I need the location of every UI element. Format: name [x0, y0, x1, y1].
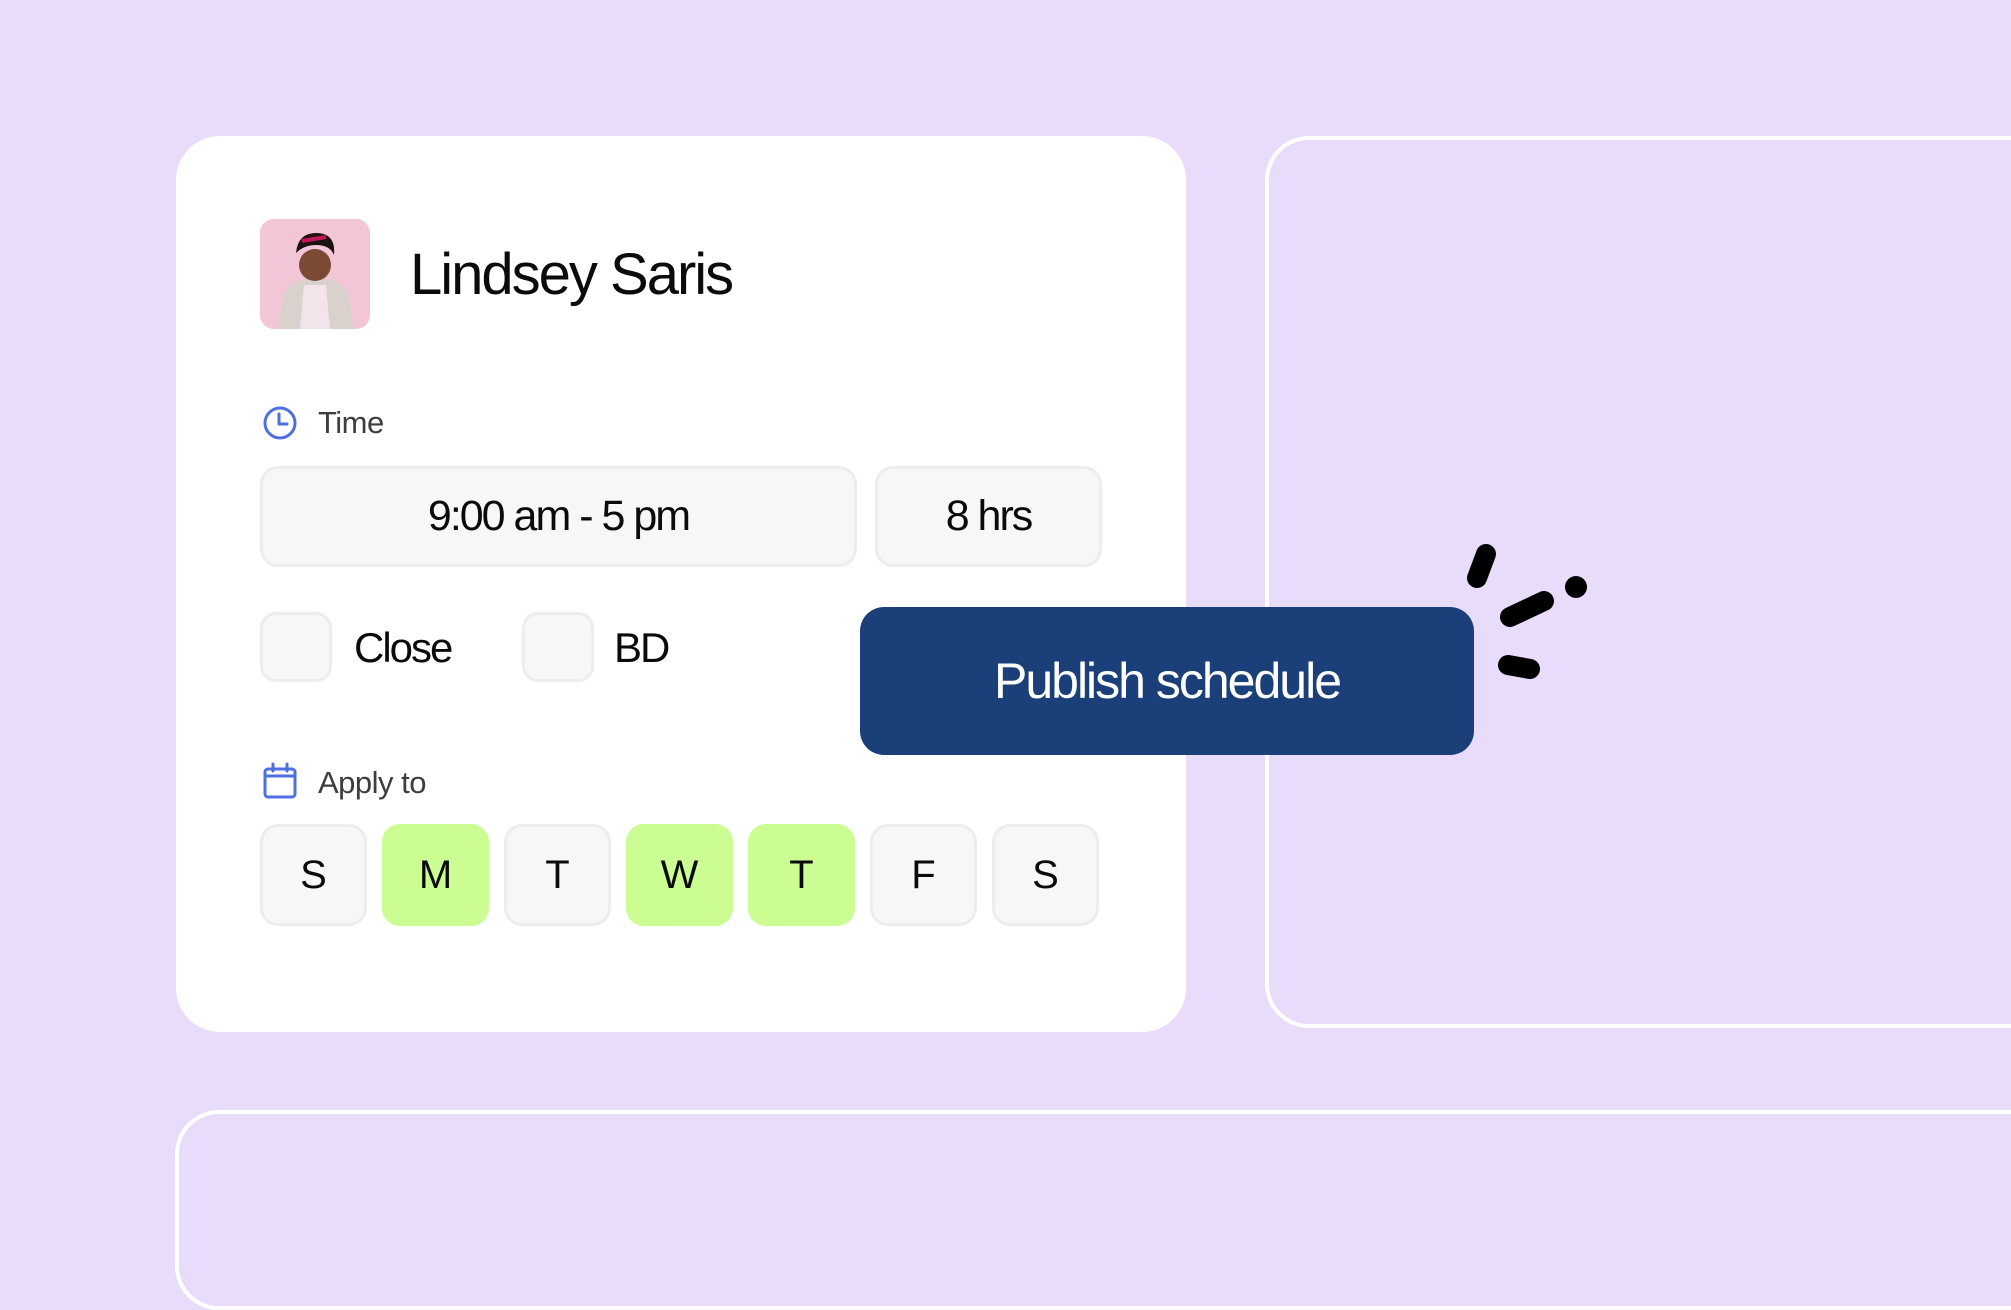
- apply-to-label: Apply to: [318, 765, 427, 800]
- clock-icon: [262, 405, 298, 441]
- day-label: F: [911, 852, 936, 897]
- day-label: S: [300, 852, 327, 897]
- duration-field[interactable]: 8 hrs: [875, 466, 1102, 567]
- background-panel-bottom: [175, 1110, 2011, 1310]
- duration-value: 8 hrs: [945, 492, 1034, 540]
- publish-schedule-button[interactable]: Publish schedule: [860, 607, 1474, 755]
- day-toggle-sunday[interactable]: S: [260, 824, 367, 926]
- day-toggle-wednesday[interactable]: W: [626, 824, 733, 926]
- bd-label: BD: [614, 624, 670, 671]
- day-label: S: [1032, 852, 1059, 897]
- time-range-value: 9:00 am - 5 pm: [427, 492, 691, 540]
- close-checkbox[interactable]: [260, 612, 332, 682]
- day-toggle-monday[interactable]: M: [382, 824, 489, 926]
- avatar-photo-icon: [260, 219, 370, 329]
- avatar: [260, 219, 370, 329]
- day-toggle-friday[interactable]: F: [870, 824, 977, 926]
- day-label: W: [660, 852, 699, 897]
- day-toggle-thursday[interactable]: T: [748, 824, 855, 926]
- day-selector: S M T W T F S: [260, 824, 1099, 926]
- calendar-icon: [262, 762, 298, 799]
- day-label: T: [545, 852, 570, 897]
- time-label: Time: [318, 405, 384, 440]
- day-toggle-saturday[interactable]: S: [992, 824, 1099, 926]
- day-label: T: [789, 852, 814, 897]
- sparkle-burst-icon: [1450, 530, 1610, 690]
- bd-checkbox[interactable]: [522, 612, 594, 682]
- day-toggle-tuesday[interactable]: T: [504, 824, 611, 926]
- employee-name: Lindsey Saris: [410, 242, 734, 307]
- close-label: Close: [354, 624, 453, 671]
- background-panel-right: [1265, 136, 2011, 1028]
- time-range-field[interactable]: 9:00 am - 5 pm: [260, 466, 857, 567]
- day-label: M: [418, 852, 453, 897]
